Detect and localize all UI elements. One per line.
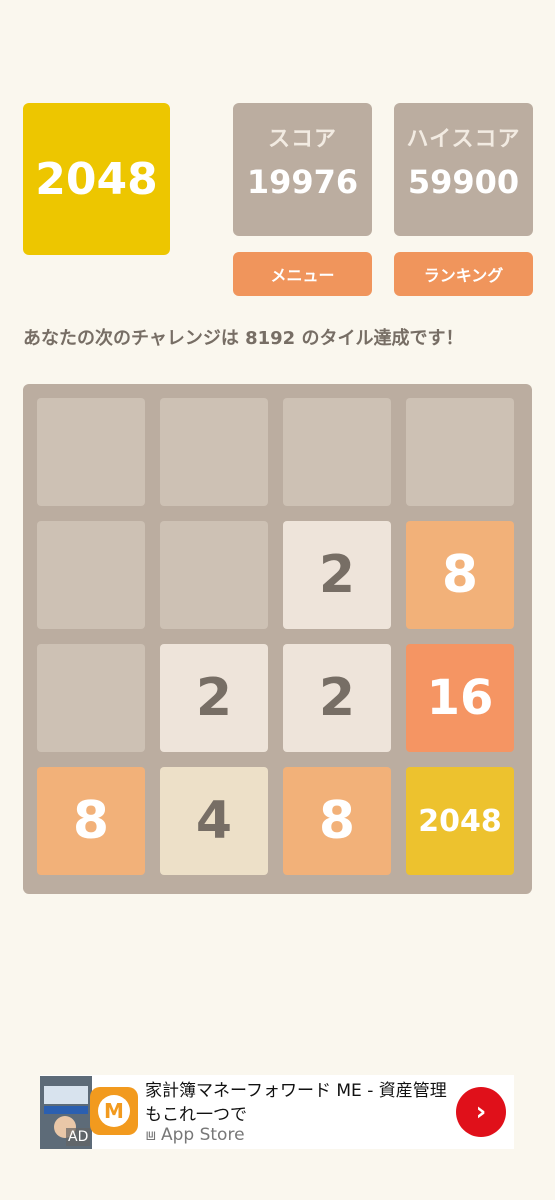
empty-cell	[160, 398, 268, 506]
highscore-box: ハイスコア 59900	[394, 103, 533, 236]
empty-cell	[37, 644, 145, 752]
menu-button[interactable]: メニュー	[233, 252, 372, 296]
app-store-icon: ⩏	[146, 1125, 156, 1145]
highscore-label: ハイスコア	[406, 127, 521, 152]
score-label: スコア	[267, 127, 337, 152]
empty-cell	[160, 521, 268, 629]
tile-8: 8	[406, 521, 514, 629]
challenge-message: あなたの次のチャレンジは 8192 のタイル達成です！	[23, 328, 464, 349]
ad-store-text: App Store	[160, 1125, 245, 1145]
score-value: 19976	[246, 163, 359, 201]
game-board[interactable]: 2 8 2 2 16 8 4 8 2048	[23, 384, 532, 894]
chevron-right-icon[interactable]: ›	[456, 1087, 506, 1137]
tile-2: 2	[283, 521, 391, 629]
tile-16: 16	[406, 644, 514, 752]
ad-banner[interactable]: AD M 家計簿マネーフォワード ME - 資産管理もこれ一つで ⩏ App S…	[40, 1075, 514, 1149]
tile-8: 8	[283, 767, 391, 875]
moneyforward-app-icon: M	[90, 1087, 138, 1135]
highscore-value: 59900	[407, 163, 520, 201]
empty-cell	[283, 398, 391, 506]
tile-8: 8	[37, 767, 145, 875]
empty-cell	[37, 398, 145, 506]
ranking-button[interactable]: ランキング	[394, 252, 533, 296]
ad-badge: AD	[66, 1128, 91, 1146]
tile-2048: 2048	[406, 767, 514, 875]
game-logo: 2048	[23, 103, 170, 255]
tile-2: 2	[160, 644, 268, 752]
empty-cell	[37, 521, 145, 629]
tile-4: 4	[160, 767, 268, 875]
ad-title: 家計簿マネーフォワード ME - 資産管理もこれ一つで	[145, 1081, 447, 1125]
score-box: スコア 19976	[233, 103, 372, 236]
tile-2: 2	[283, 644, 391, 752]
empty-cell	[406, 398, 514, 506]
ad-store-label: ⩏ App Store	[146, 1125, 245, 1145]
